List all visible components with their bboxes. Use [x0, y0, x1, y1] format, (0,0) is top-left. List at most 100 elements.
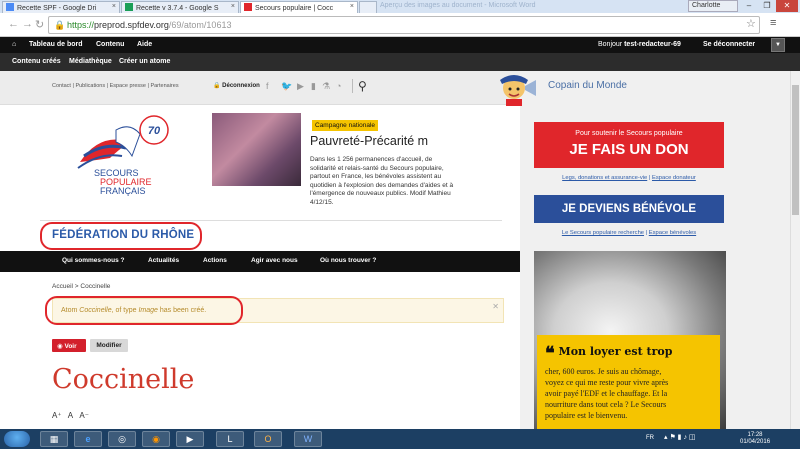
edit-button[interactable]: Modifier: [90, 339, 128, 352]
lync-icon[interactable]: L: [216, 431, 244, 447]
reload-icon[interactable]: ↻: [35, 18, 44, 31]
svg-text:FRANÇAIS: FRANÇAIS: [100, 186, 146, 196]
nav-agir-avec-nous[interactable]: Agir avec nous: [251, 257, 298, 264]
tab-recette-spf[interactable]: Recette SPF - Google Dri ×: [2, 1, 120, 13]
main-nav: Qui sommes-nous ? Actualités Actions Agi…: [0, 251, 520, 272]
breadcrumb-home[interactable]: Accueil: [52, 283, 73, 290]
close-tab-icon[interactable]: ×: [350, 3, 354, 10]
news-image[interactable]: [212, 113, 301, 186]
admin-toolbar: ⌂ Tableau de bord Contenu Aide Bonjour t…: [0, 37, 800, 53]
admin-logout-link[interactable]: Se déconnecter: [703, 41, 755, 48]
admin-content-link[interactable]: Contenu: [96, 41, 124, 48]
breadcrumb: Accueil > Coccinelle: [52, 283, 110, 290]
home-icon[interactable]: ⌂: [12, 41, 16, 48]
facebook-icon[interactable]: f: [266, 81, 269, 91]
admin-dashboard-link[interactable]: Tableau de bord: [29, 41, 83, 48]
language-indicator[interactable]: FR: [646, 435, 654, 441]
admin-sub-toolbar: Contenu créés Médiathèque Créer un atome: [0, 53, 800, 71]
chrome-icon[interactable]: ◎: [108, 431, 136, 447]
ghost-window-title: Aperçu des images au document - Microsof…: [380, 2, 536, 9]
utility-logout-link[interactable]: 🔒 Déconnexion: [213, 82, 260, 89]
spf-favicon-icon: [244, 3, 252, 11]
secours-populaire-logo[interactable]: 70 SECOURS POPULAIRE FRANÇAIS: [70, 112, 178, 204]
start-button[interactable]: [4, 431, 30, 447]
close-window-icon[interactable]: ✕: [776, 0, 798, 12]
svg-text:70: 70: [148, 125, 161, 137]
page-title: Coccinelle: [52, 364, 195, 395]
nav-actualites[interactable]: Actualités: [148, 257, 179, 264]
close-tab-icon[interactable]: ×: [231, 3, 235, 10]
testimonial-box[interactable]: ❝ Mon loyer est trop cher, 600 euros. Je…: [537, 335, 720, 429]
new-tab-button[interactable]: [359, 1, 377, 13]
windows-taskbar: ▦ e ◎ ◉ ▶ L O W FR ▴ ⚑ ▮ ♪ ◫ 17:28 01/04…: [0, 429, 800, 449]
minimize-icon[interactable]: –: [740, 0, 758, 12]
donate-button[interactable]: Pour soutenir le Secours populaire JE FA…: [534, 122, 724, 168]
google-drive-icon: [6, 3, 14, 11]
rss-icon[interactable]: ◔: [336, 81, 341, 91]
page-scrollbar[interactable]: [790, 71, 800, 429]
browser-tab-bar: Recette SPF - Google Dri × Recette v 3.7.…: [0, 0, 800, 13]
firefox-icon[interactable]: ◉: [142, 431, 170, 447]
font-smaller-button[interactable]: A⁻: [79, 411, 89, 420]
flask-icon[interactable]: ⚗: [322, 81, 330, 92]
header-separator: [40, 220, 502, 221]
nav-ou-nous-trouver[interactable]: Où nous trouver ?: [320, 257, 376, 264]
internet-explorer-icon[interactable]: e: [74, 431, 102, 447]
copain-mascot-icon[interactable]: [478, 72, 542, 106]
back-arrow-icon[interactable]: ←: [8, 18, 19, 30]
window-user-badge[interactable]: Charlotte: [688, 0, 738, 12]
admin-dropdown-button[interactable]: ▼: [771, 38, 785, 52]
system-tray-icons[interactable]: ▴ ⚑ ▮ ♪ ◫: [664, 433, 696, 441]
news-title[interactable]: Pauvreté-Précarité m: [310, 134, 428, 148]
media-player-icon[interactable]: ▶: [176, 431, 204, 447]
twitter-icon[interactable]: 🐦: [281, 81, 292, 92]
tab-recette-v374[interactable]: Recette v 3.7.4 - Google S ×: [121, 1, 239, 13]
breadcrumb-separator: >: [74, 283, 79, 290]
admin-create-atom-link[interactable]: Créer un atome: [119, 58, 170, 65]
close-icon[interactable]: ✕: [492, 302, 499, 311]
url-input[interactable]: 🔒 https://preprod.spfdev.org/69/atom/1061…: [48, 16, 760, 34]
address-bar-row: ← → ↻ 🔒 https://preprod.spfdev.org/69/ato…: [0, 13, 800, 37]
admin-created-link[interactable]: Contenu créés: [12, 58, 61, 65]
utility-bar: Contact | Publications | Espace presse |…: [0, 71, 520, 105]
nav-qui-sommes-nous[interactable]: Qui sommes-nous ?: [62, 257, 124, 264]
file-explorer-icon[interactable]: ▦: [40, 431, 68, 447]
tab-secours-populaire[interactable]: Secours populaire | Cocc ×: [240, 1, 358, 13]
font-larger-button[interactable]: A⁺: [52, 411, 62, 420]
google-sheets-icon: [125, 3, 133, 11]
admin-media-link[interactable]: Médiathèque: [69, 58, 112, 65]
copain-du-monde-link[interactable]: Copain du Monde: [548, 80, 627, 91]
lock-icon: 🔒: [54, 20, 66, 30]
browser-menu-icon[interactable]: ≡: [770, 17, 776, 29]
quote-icon: ❝: [545, 343, 555, 364]
donate-links: Legs, donations et assurance-vie | Espac…: [562, 175, 696, 181]
bookmark-star-icon[interactable]: ☆: [746, 17, 756, 30]
nav-actions[interactable]: Actions: [203, 257, 227, 264]
donor-space-link[interactable]: Espace donateur: [652, 175, 696, 181]
youtube-icon[interactable]: ▶: [297, 81, 304, 92]
forward-arrow-icon[interactable]: →: [22, 18, 33, 30]
search-icon[interactable]: ⚲: [358, 79, 367, 93]
scroll-thumb[interactable]: [792, 85, 799, 215]
recruiting-link[interactable]: Le Secours populaire recherche: [562, 230, 644, 236]
legs-link[interactable]: Legs, donations et assurance-vie: [562, 175, 647, 181]
admin-greeting: Bonjour test-redacteur-69: [598, 41, 681, 48]
mobile-icon[interactable]: ▮: [311, 81, 316, 92]
breadcrumb-current: Coccinelle: [80, 283, 111, 290]
volunteer-links: Le Secours populaire recherche | Espace …: [561, 230, 697, 236]
font-normal-button[interactable]: A: [68, 411, 73, 420]
highlight-circle: [45, 296, 243, 325]
volunteer-space-link[interactable]: Espace bénévoles: [649, 230, 696, 236]
font-size-controls: A⁺ A A⁻: [52, 411, 89, 420]
admin-help-link[interactable]: Aide: [137, 41, 152, 48]
maximize-icon[interactable]: ❐: [758, 0, 776, 12]
volunteer-button[interactable]: JE DEVIENS BÉNÉVOLE: [534, 195, 724, 223]
view-button[interactable]: ◉ Voir: [52, 339, 86, 352]
padlock-icon: 🔒: [213, 83, 221, 89]
campaign-badge[interactable]: Campagne nationale: [312, 120, 378, 131]
clock[interactable]: 17:28 01/04/2016: [740, 432, 770, 446]
word-icon[interactable]: W: [294, 431, 322, 447]
outlook-icon[interactable]: O: [254, 431, 282, 447]
close-tab-icon[interactable]: ×: [112, 3, 116, 10]
utility-links[interactable]: Contact | Publications | Espace presse |…: [52, 83, 179, 89]
